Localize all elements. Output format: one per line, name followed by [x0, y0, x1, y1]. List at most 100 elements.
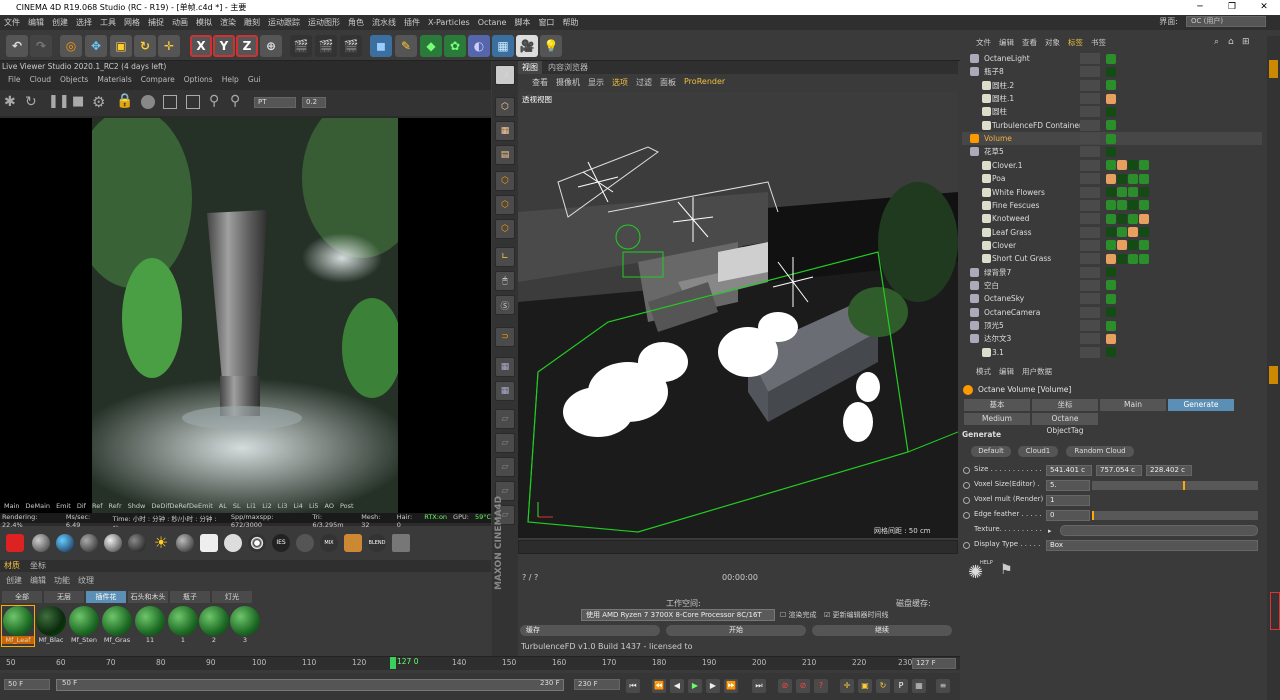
default-button[interactable]: Default: [971, 446, 1011, 457]
material-tag-icon[interactable]: [1117, 227, 1127, 238]
subdivision-icon[interactable]: ◆: [420, 35, 442, 57]
visibility-toggle[interactable]: [1080, 93, 1100, 105]
voxel-editor-slider[interactable]: [1092, 481, 1258, 490]
menu-snap[interactable]: 捕捉: [144, 17, 168, 28]
goto-end-icon[interactable]: ⏭: [752, 679, 766, 693]
object-row[interactable]: Fine Fescues: [962, 199, 1262, 212]
object-name[interactable]: 圆柱: [992, 106, 1007, 117]
voxel-editor-dot[interactable]: [963, 482, 970, 489]
voxel-render-field[interactable]: 1: [1046, 495, 1090, 506]
prev-frame-icon[interactable]: ◀: [670, 679, 684, 693]
scale-icon[interactable]: ▣: [110, 35, 132, 57]
pick-material-icon[interactable]: ⚲: [230, 93, 240, 109]
material-tag-icon[interactable]: [1106, 267, 1116, 278]
object-row[interactable]: 圆柱.1: [962, 92, 1262, 105]
aov-item[interactable]: Li1: [247, 502, 257, 512]
mat-menu-texture[interactable]: 纹理: [78, 575, 94, 587]
rotate-icon[interactable]: ↻: [134, 35, 156, 57]
material-tag-icon[interactable]: [1128, 160, 1138, 171]
tab-viewport[interactable]: 视图: [518, 61, 542, 74]
key-param-icon[interactable]: P: [894, 679, 908, 693]
solo-hierarchy-icon[interactable]: ▱: [495, 433, 515, 453]
object-name[interactable]: Short Cut Grass: [992, 254, 1051, 263]
next-frame-icon[interactable]: ▶: [706, 679, 720, 693]
voxel-render-dot[interactable]: [963, 497, 970, 504]
undo-icon[interactable]: ↶: [6, 35, 28, 57]
material-item[interactable]: 11: [134, 606, 166, 646]
voxel-editor-field[interactable]: 5.: [1046, 480, 1090, 491]
object-row[interactable]: Short Cut Grass: [962, 252, 1262, 265]
visibility-toggle[interactable]: [1080, 66, 1100, 78]
aov-item[interactable]: SL: [233, 502, 241, 512]
pick-focus-icon[interactable]: ⚲: [209, 93, 219, 109]
filter-no-layer[interactable]: 无层: [44, 591, 84, 603]
object-row[interactable]: 空白: [962, 279, 1262, 292]
object-name[interactable]: TurbulenceFD Container: [992, 121, 1082, 130]
attr-tab-basic[interactable]: 基本: [964, 399, 1030, 411]
lv-menu-file[interactable]: File: [8, 75, 21, 88]
menu-mesh[interactable]: 网格: [120, 17, 144, 28]
visibility-toggle[interactable]: [1080, 253, 1100, 265]
material-tag-icon[interactable]: [1106, 93, 1116, 104]
mat-menu-edit[interactable]: 编辑: [30, 575, 46, 587]
material-ball-icon[interactable]: [141, 95, 155, 109]
object-row[interactable]: Leaf Grass: [962, 226, 1262, 239]
material-tag-icon[interactable]: [1106, 80, 1116, 91]
model-mode-icon[interactable]: ⬡: [495, 97, 515, 117]
end-frame-field[interactable]: 230 F: [574, 679, 620, 690]
aov-item[interactable]: Main: [4, 502, 20, 512]
object-name[interactable]: OctaneLight: [984, 54, 1030, 63]
material-tag-icon[interactable]: [1106, 200, 1116, 211]
aov-item[interactable]: Emit: [56, 502, 71, 512]
menu-edit[interactable]: 编辑: [24, 17, 48, 28]
material-tag-icon[interactable]: [1117, 187, 1127, 197]
mat-menu-function[interactable]: 功能: [54, 575, 70, 587]
object-row[interactable]: OctaneLight: [962, 52, 1262, 65]
menu-simulate[interactable]: 模拟: [192, 17, 216, 28]
snap-icon[interactable]: Ⓢ: [495, 295, 515, 315]
om-search-icon[interactable]: ⌕: [1214, 37, 1219, 47]
aov-item[interactable]: AL: [219, 502, 227, 512]
solo-selection-icon[interactable]: ▱: [495, 457, 515, 477]
render-complete-checkbox[interactable]: ☐ 渲染完成: [780, 610, 817, 620]
visibility-toggle[interactable]: [1080, 159, 1100, 171]
vp-menu-filter[interactable]: 过滤: [636, 77, 652, 90]
cloud1-button[interactable]: Cloud1: [1018, 446, 1058, 457]
axis-icon[interactable]: ✛: [158, 35, 180, 57]
material-tag-icon[interactable]: [1106, 187, 1116, 197]
specular-material-icon[interactable]: [80, 534, 98, 552]
material-tag-icon[interactable]: [1106, 120, 1116, 131]
current-frame-field[interactable]: 127 F: [912, 658, 956, 669]
key-scale-icon[interactable]: ▣: [858, 679, 872, 693]
om-menu-file[interactable]: 文件: [976, 37, 991, 50]
object-row[interactable]: 顶光5: [962, 319, 1262, 332]
object-name[interactable]: 圆柱.2: [992, 80, 1014, 91]
prev-key-icon[interactable]: ⏪: [652, 679, 666, 693]
key-pla-icon[interactable]: ▦: [912, 679, 926, 693]
aov-item[interactable]: AO: [325, 502, 334, 512]
material-item[interactable]: Mf_Sten: [68, 606, 100, 646]
object-row[interactable]: OctaneSky: [962, 292, 1262, 305]
material-item[interactable]: 2: [198, 606, 230, 646]
tab-content-browser[interactable]: 内容浏览器: [544, 61, 592, 74]
om-menu-view[interactable]: 查看: [1022, 37, 1037, 50]
object-row[interactable]: 花草5: [962, 145, 1262, 158]
maximize-button[interactable]: ❐: [1216, 0, 1248, 15]
visibility-toggle[interactable]: [1080, 279, 1100, 291]
material-item[interactable]: Mf_Leaf: [1, 605, 35, 647]
display-type-select[interactable]: Box: [1046, 540, 1258, 551]
range-slider[interactable]: [56, 679, 564, 691]
solo-icon[interactable]: ▱: [495, 409, 515, 429]
fog-icon[interactable]: [296, 534, 314, 552]
material-tag-icon[interactable]: [1106, 333, 1116, 344]
stop-icon[interactable]: ■: [72, 94, 84, 109]
layer-icon[interactable]: [392, 534, 410, 552]
lv-menu-help[interactable]: Help: [222, 75, 239, 88]
aov-item[interactable]: Li2: [262, 502, 272, 512]
redo-icon[interactable]: ↷: [30, 35, 52, 57]
material-tag-icon[interactable]: [1106, 227, 1116, 238]
points-mode-icon[interactable]: ⬡: [495, 171, 515, 191]
object-name[interactable]: 圆柱.1: [992, 93, 1014, 104]
display-type-dot[interactable]: [963, 542, 970, 549]
key-selection-icon[interactable]: ?: [814, 679, 828, 693]
